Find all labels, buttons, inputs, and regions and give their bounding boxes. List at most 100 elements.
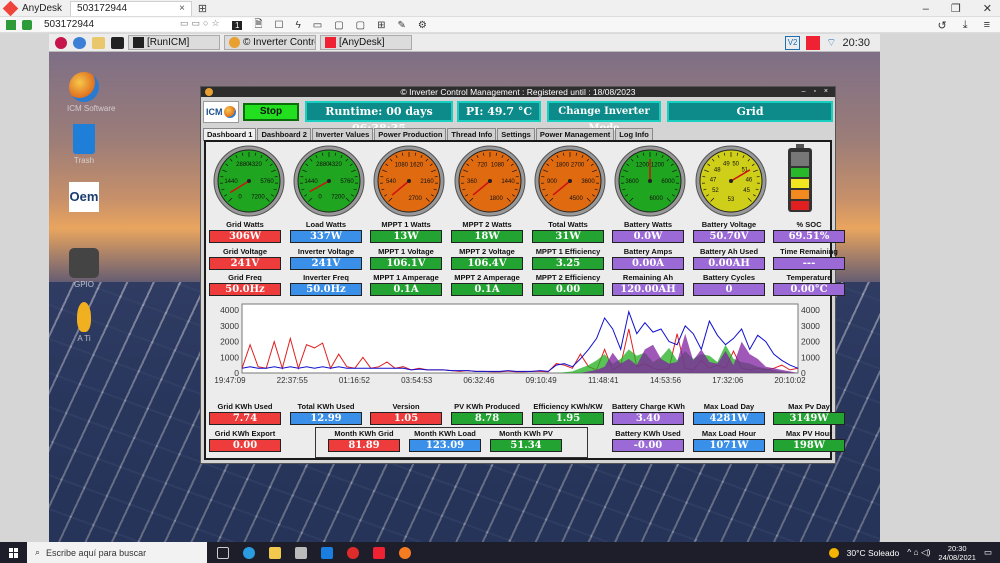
chat-icon[interactable]: ☐ [275,20,284,31]
terminal-icon[interactable] [111,36,124,49]
store-icon[interactable] [295,546,307,559]
tab-inverter-values[interactable]: Inverter Values [311,128,374,140]
desktop-icon-icm[interactable]: ICM Software [67,72,115,113]
tab-power-production[interactable]: Power Production [374,128,447,140]
x-tick-label: 19:47:09 [214,376,246,385]
address-actions-icons[interactable]: ▭▭○☆ [180,18,223,29]
message-icon[interactable]: ▢ [356,20,365,31]
raspberry-menu-icon[interactable] [55,36,67,49]
gauge-2: 288043201440 57600 7200 [293,145,365,217]
metric-value: 1.05 [370,412,442,425]
taskbar-clock[interactable]: 20:30 24/08/2021 [938,544,976,562]
summary-cell: Max Load Hour 1071W [693,429,765,452]
task-view-icon[interactable] [217,546,229,559]
tab-thread-info[interactable]: Thread Info [447,128,497,140]
summary-cell: Version 1.05 [370,402,442,425]
anydesk-taskbar-icon[interactable] [373,546,385,559]
metric-label: Remaining Ah [622,273,674,282]
desktop-icon-ati[interactable]: A Ti [67,302,101,343]
screen-icon[interactable]: ▢ [334,20,343,31]
minimize-button[interactable]: – [923,3,929,15]
transfer-icon[interactable]: ⊞ [377,20,385,31]
windows-start-icon[interactable] [9,547,19,558]
metric-label: Battery Ah Used [699,247,759,256]
folder-icon[interactable] [92,36,105,49]
maximize-button[interactable]: ❐ [951,2,961,15]
metric-value: 51.34 [490,439,562,452]
firefox-icon[interactable] [399,546,411,559]
stop-button[interactable]: Stop [243,103,299,121]
metric-label: MPPT 2 Voltage [459,247,515,256]
metric-label: Total KWh Used [297,402,355,411]
dashboard-panel: 0 0 1000 1000 2000 2000 3000 3000 4000 4000 19:47:… [204,140,845,460]
metric-cell: Inverter Freq 50.0Hz [290,273,362,296]
settings-icon[interactable]: ⚙ [418,20,427,31]
metric-value: 241V [209,257,281,270]
anydesk-tray-icon[interactable] [806,36,821,50]
gauge-tick-label: 7200 [331,195,345,201]
metric-value: -0.00 [612,439,684,452]
action-icon[interactable]: ϟ [295,20,300,31]
tab-power-management[interactable]: Power Management [535,128,615,140]
display-number-button[interactable]: 1 [232,20,243,30]
change-mode-button[interactable]: Change Inverter Mode [547,101,661,134]
gauge-tick-label: 4500 [569,196,583,202]
metric-value: 18W [451,230,523,243]
summary-cell: Battery Charge KWh 3.40 [612,402,685,425]
mail-icon[interactable] [321,546,333,559]
file-icon[interactable]: 🗎 [254,17,262,34]
metric-cell: Battery Voltage 50.70V [693,220,765,243]
search-icon: ⌕ [35,547,41,557]
keyboard-icon[interactable]: ▭ [313,20,322,31]
metric-label: Battery Amps [623,247,673,256]
metric-label: Load Watts [305,220,347,229]
summary-cell: Grid KWh Export 0.00 [209,429,281,452]
icm-window: © Inverter Control Management : Register… [200,86,845,464]
x-tick-label: 20:10:02 [774,376,806,385]
session-tab-label: 503172944 [77,3,128,14]
tab-dashboard-2[interactable]: Dashboard 2 [257,128,311,140]
desktop-icon-gpio[interactable]: GPIO [67,248,101,289]
session-tab[interactable]: 503172944 × [70,0,192,16]
task-inverter-control[interactable]: © Inverter Control... [224,35,316,50]
metric-cell: % SOC 69.51% [773,220,845,243]
edge-icon[interactable] [243,546,255,559]
weather-text[interactable]: 30°C Soleado [847,548,900,558]
vnc-icon[interactable]: V2 [785,36,801,50]
gauge-6: 1200 1200 3600 6000 6000 [614,145,686,217]
menu-icon[interactable]: ≡ [984,19,990,31]
browser-icon[interactable] [73,36,86,49]
new-tab-icon[interactable]: ⊞ [198,2,207,15]
summary-cell: Efficiency KWh/KW 1.95 [532,402,604,425]
gauge-tick-label: 3600 [581,179,595,185]
close-tab-icon[interactable]: × [179,3,185,14]
metric-value: 198W [773,439,845,452]
icm-window-controls[interactable]: – ▫ × [802,87,831,97]
metric-value: 0.00 [209,439,281,452]
opera-icon[interactable] [347,546,359,559]
metric-label: Total Watts [548,220,588,229]
close-window-button[interactable]: ✕ [983,2,992,15]
y-tick-label: 3000 [801,321,820,331]
tray-icons[interactable]: ^ ⌂ ◁) [907,547,930,558]
tab-log-info[interactable]: Log Info [615,128,653,140]
download-icon[interactable]: ⤓ [963,19,968,32]
wifi-icon[interactable]: ⌔ [826,36,836,50]
file-explorer-icon[interactable] [269,546,281,559]
gauge-tick-label: 50 [732,162,739,168]
anydesk-toolbar: 503172944 [0,17,1000,33]
tab-settings[interactable]: Settings [497,128,535,140]
metric-value: 120.00AH [612,283,684,296]
notifications-icon[interactable]: ▭ [984,547,992,558]
taskbar-search[interactable]: ⌕ Escribe aquí para buscar [27,542,207,563]
monitor-icon[interactable] [22,19,32,30]
pen-icon[interactable]: ✎ [398,20,406,31]
history-icon[interactable]: ↺ [937,19,946,32]
metric-value: 0.00 [532,283,604,296]
task-anydesk[interactable]: [AnyDesk] [320,35,412,50]
task-runicm[interactable]: [RunICM] [128,35,220,50]
desktop-icon-trash[interactable]: Trash [67,124,101,165]
gauge-hub [648,179,652,183]
desktop-icon-oem[interactable]: Oem [67,182,101,212]
metric-value: 3.25 [532,257,604,270]
